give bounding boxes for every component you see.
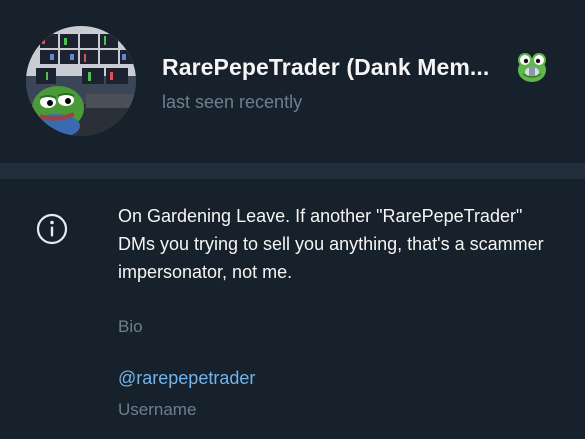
pepe-trader-avatar-icon: [26, 26, 136, 136]
profile-header: RarePepeTrader (Dank Mem... last seen re…: [0, 0, 585, 163]
last-seen-status: last seen recently: [162, 92, 303, 112]
profile-page: RarePepeTrader (Dank Mem... last seen re…: [0, 0, 585, 439]
profile-name: RarePepeTrader (Dank Mem...: [162, 54, 490, 80]
bio-text: On Gardening Leave. If another "RarePepe…: [118, 206, 544, 282]
username-label: Username: [118, 400, 197, 419]
bio-label: Bio: [118, 317, 143, 336]
username-link[interactable]: @rarepepetrader: [118, 368, 255, 389]
avatar[interactable]: [26, 26, 136, 136]
pepe-frog-emoji-icon[interactable]: [514, 50, 550, 86]
info-section: On Gardening Leave. If another "RarePepe…: [0, 179, 585, 439]
info-icon: [36, 213, 68, 245]
section-divider: [0, 163, 585, 179]
